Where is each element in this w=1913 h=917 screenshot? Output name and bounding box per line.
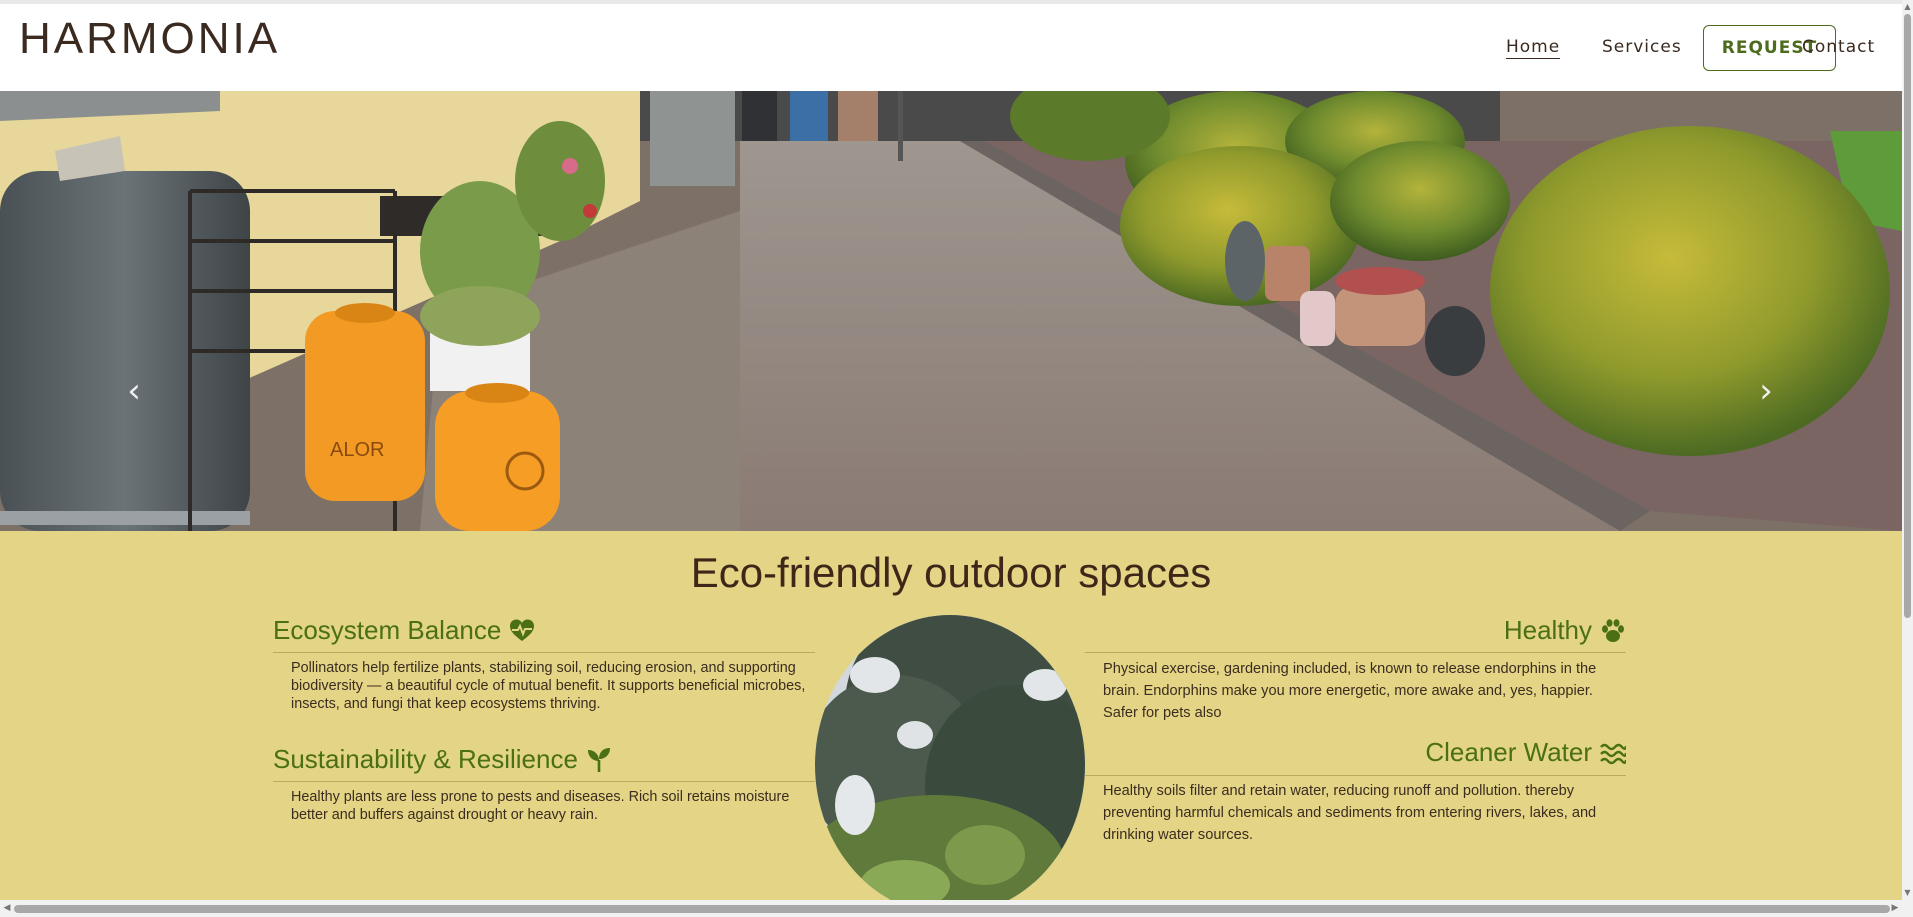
water-waves-icon [1600, 743, 1626, 764]
feature-title-sustainability: Sustainability & Resilience [273, 744, 612, 775]
scroll-down-arrow-icon[interactable]: ▼ [1903, 888, 1912, 897]
chevron-left-icon[interactable]: ‹ [122, 374, 146, 408]
paw-icon [1602, 618, 1624, 642]
feature-divider [1085, 652, 1626, 653]
scroll-up-arrow-icon[interactable]: ▲ [1903, 2, 1912, 11]
eco-section: Eco-friendly outdoor spaces Ecosystem Ba… [0, 531, 1902, 900]
scroll-left-arrow-icon[interactable]: ◀ [2, 903, 12, 913]
feature-text-sustainability: Healthy plants are less prone to pests a… [291, 789, 790, 823]
feature-title-healthy: Healthy [1504, 615, 1626, 646]
page: HARMONIA Home Services REQUEST Contact A… [0, 0, 1913, 917]
heart-pulse-icon [510, 619, 535, 641]
feature-title-ecosystem-balance: Ecosystem Balance [273, 615, 535, 646]
horizontal-scroll-thumb[interactable] [14, 905, 1890, 913]
section-title: Eco-friendly outdoor spaces [690, 549, 1212, 596]
scroll-right-arrow-icon[interactable]: ▶ [1890, 903, 1900, 913]
feature-divider [273, 652, 815, 653]
vertical-scroll-thumb[interactable] [1904, 14, 1911, 618]
tree-photo-oval [815, 615, 1085, 900]
site-logo[interactable]: HARMONIA [19, 14, 280, 64]
feature-title-text: Ecosystem Balance [273, 615, 502, 645]
vertical-scrollbar[interactable]: ▲ ▼ [1902, 0, 1913, 900]
hero-carousel: ALOR ‹ › [0, 91, 1902, 531]
horizontal-scrollbar[interactable]: ◀ ▶ [0, 900, 1913, 917]
chevron-right-icon[interactable]: › [1754, 374, 1778, 408]
feature-title-text: Cleaner Water [1425, 737, 1592, 767]
feature-text-ecosystem-balance: Pollinators help fertilize plants, stabi… [291, 660, 806, 712]
svg-text:ALOR: ALOR [330, 439, 384, 461]
site-header: HARMONIA Home Services REQUEST Contact [0, 4, 1902, 91]
feature-text-healthy: Physical exercise, gardening included, i… [1103, 661, 1597, 721]
nav-home-link[interactable]: Home [1506, 37, 1561, 59]
nav-services-link[interactable]: Services [1602, 37, 1682, 57]
feature-title-text: Sustainability & Resilience [273, 744, 578, 774]
garden-path-photo: ALOR [0, 91, 1902, 531]
feature-title-text: Healthy [1503, 615, 1592, 645]
nav-contact-link[interactable]: Contact [1802, 37, 1875, 57]
feature-text-cleaner-water: Healthy soils filter and retain water, r… [1103, 783, 1597, 843]
feature-title-cleaner-water: Cleaner Water [1425, 737, 1626, 768]
feature-divider [1085, 775, 1626, 776]
seedling-icon [587, 747, 610, 772]
feature-divider [273, 781, 815, 782]
